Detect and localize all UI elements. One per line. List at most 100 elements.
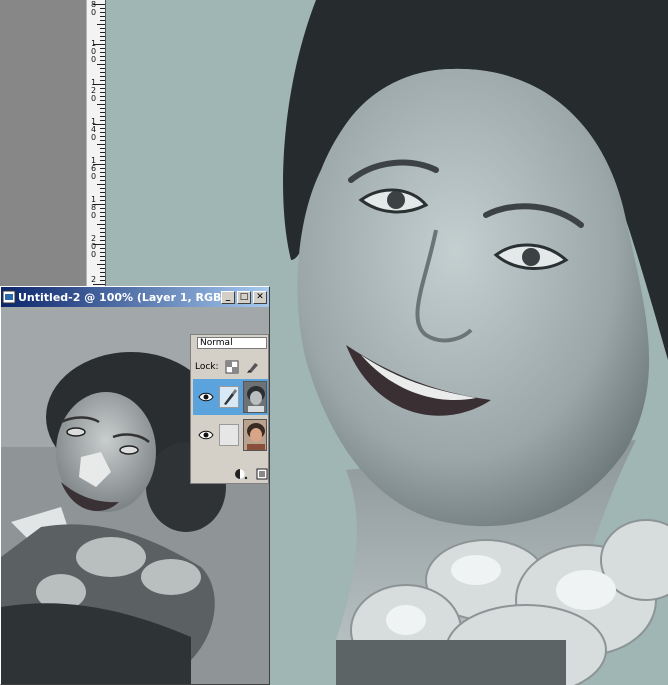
ruler-tick [100, 172, 105, 173]
ruler-tick [97, 184, 105, 185]
ruler-tick [100, 52, 105, 53]
layers-panel[interactable]: Normal Lock: [190, 334, 269, 484]
ruler-label-180: 180 [90, 195, 97, 220]
ruler-tick [100, 60, 105, 61]
ruler-tick [100, 256, 105, 257]
layer-row-layer-1[interactable] [193, 379, 268, 415]
ruler-tick [100, 156, 105, 157]
ruler-tick [100, 196, 105, 197]
document-window[interactable]: Untitled-2 @ 100% (Layer 1, RGB) _ □ ✕ N… [0, 286, 270, 685]
ruler-tick [100, 276, 105, 277]
paintbrush-icon [224, 389, 237, 405]
layers-panel-footer [193, 467, 268, 481]
ruler-tick [100, 228, 105, 229]
document-titlebar[interactable]: Untitled-2 @ 100% (Layer 1, RGB) _ □ ✕ [1, 287, 269, 307]
layer-1-thumbnail [243, 381, 267, 413]
ruler-tick [100, 180, 105, 181]
ruler-tick [100, 268, 105, 269]
ruler-tick [100, 116, 105, 117]
ruler-tick [100, 128, 105, 129]
document-canvas[interactable]: Normal Lock: [1, 307, 269, 684]
ruler-tick [100, 208, 105, 209]
close-button[interactable]: ✕ [253, 290, 267, 304]
ruler-tick [100, 216, 105, 217]
ruler-tick [100, 120, 105, 121]
ruler-tick [100, 212, 105, 213]
ruler-tick [100, 192, 105, 193]
new-layer-icon[interactable] [256, 468, 268, 480]
ruler-tick [100, 232, 105, 233]
ruler-tick [100, 236, 105, 237]
ruler-tick [100, 220, 105, 221]
ruler-tick [100, 272, 105, 273]
document-title: Untitled-2 @ 100% (Layer 1, RGB) [18, 290, 221, 304]
ruler-label-120: 120 [90, 78, 97, 103]
ruler-tick [100, 188, 105, 189]
layer-visibility-toggle[interactable] [195, 386, 217, 408]
maximize-button[interactable]: □ [237, 290, 251, 304]
ruler-tick [97, 64, 105, 65]
lock-label: Lock: [195, 362, 219, 372]
ruler-tick [100, 132, 105, 133]
background-thumbnail-image [244, 420, 266, 450]
lock-row: Lock: [195, 359, 261, 375]
minimize-button[interactable]: _ [221, 290, 235, 304]
ruler-tick [100, 28, 105, 29]
ruler-tick [93, 284, 105, 285]
lock-transparency-icon[interactable] [225, 360, 239, 374]
ruler-label-200: 200 [90, 234, 97, 259]
ruler-tick [100, 36, 105, 37]
ruler-tick [100, 108, 105, 109]
ruler-tick [100, 68, 105, 69]
background-layer-thumbnail [243, 419, 267, 451]
ruler-tick [100, 252, 105, 253]
ruler-tick [100, 16, 105, 17]
ruler-tick [97, 224, 105, 225]
lock-brush-icon[interactable] [245, 359, 261, 375]
ruler-tick [100, 168, 105, 169]
layer-row-background[interactable] [193, 417, 268, 453]
ruler-tick [97, 264, 105, 265]
ruler-label-140: 140 [90, 117, 97, 142]
photoshop-document-icon [2, 290, 16, 304]
layer-link-cell[interactable] [219, 424, 239, 446]
eye-icon [198, 392, 214, 402]
vertical-ruler[interactable]: 80 100 120 140 160 180 200 2 [86, 0, 106, 290]
layer-1-thumbnail-image [244, 382, 266, 412]
blend-mode-select[interactable]: Normal [197, 337, 267, 349]
ruler-label-2: 2 [90, 275, 97, 284]
ruler-label-80: 80 [90, 0, 97, 17]
ruler-tick [100, 40, 105, 41]
adjustment-layer-icon[interactable] [234, 468, 248, 480]
ruler-tick [100, 260, 105, 261]
ruler-label-160: 160 [90, 156, 97, 181]
ruler-tick [100, 152, 105, 153]
ruler-tick [100, 248, 105, 249]
layer-link-cell[interactable] [219, 386, 239, 408]
ruler-tick [100, 32, 105, 33]
ruler-label-100: 100 [90, 39, 97, 64]
ruler-tick [100, 92, 105, 93]
ruler-tick [100, 140, 105, 141]
layer-visibility-toggle[interactable] [195, 424, 217, 446]
ruler-tick [100, 96, 105, 97]
ruler-tick [100, 20, 105, 21]
ruler-tick [100, 176, 105, 177]
ruler-tick [100, 72, 105, 73]
ruler-tick [100, 240, 105, 241]
ruler-tick [97, 104, 105, 105]
ruler-tick [100, 76, 105, 77]
ruler-tick [100, 160, 105, 161]
ruler-tick [100, 100, 105, 101]
eye-icon [198, 430, 214, 440]
ruler-tick [97, 144, 105, 145]
ruler-tick [100, 280, 105, 281]
ruler-tick [97, 24, 105, 25]
ruler-tick [100, 56, 105, 57]
ruler-tick [100, 200, 105, 201]
ruler-tick [100, 148, 105, 149]
ruler-tick [100, 88, 105, 89]
ruler-tick [100, 8, 105, 9]
ruler-tick [100, 136, 105, 137]
ruler-tick [100, 48, 105, 49]
